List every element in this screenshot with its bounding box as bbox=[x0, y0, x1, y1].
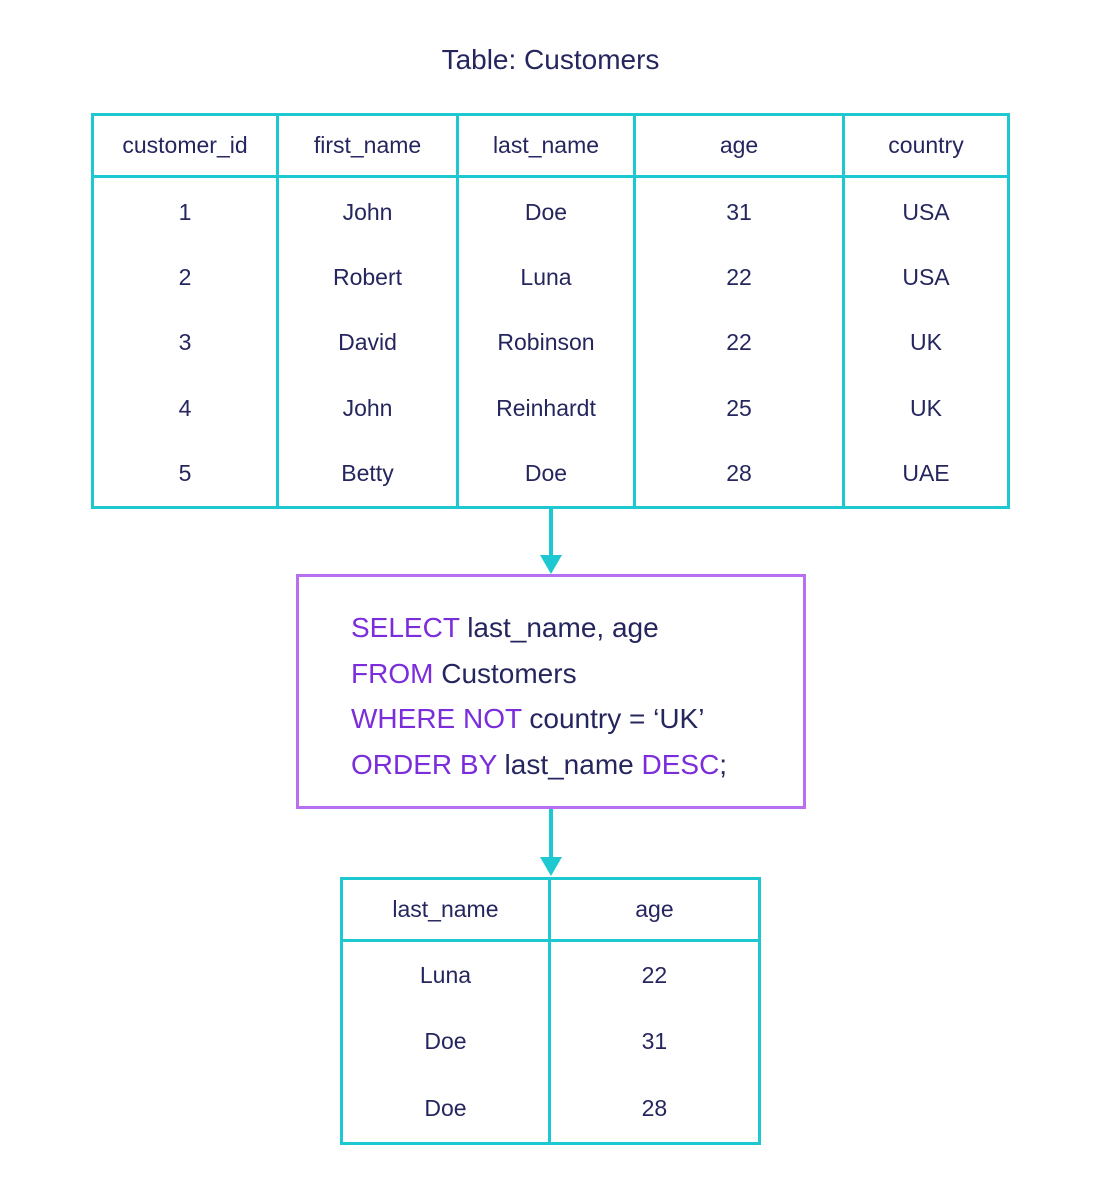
cell-last-name: Robinson bbox=[456, 310, 636, 376]
sql-keyword: DESC bbox=[641, 748, 720, 780]
cell-last-name: Doe bbox=[456, 440, 636, 508]
column-header: country bbox=[842, 114, 1010, 178]
result-table: last_name age Luna 22 Doe 31 Doe 28 bbox=[340, 877, 762, 1145]
sql-line: ORDER BY last_name DESC; bbox=[351, 742, 727, 788]
cell-customer-id: 2 bbox=[91, 245, 279, 311]
cell-customer-id: 5 bbox=[91, 440, 279, 508]
column-header: age bbox=[633, 114, 845, 178]
cell-first-name: John bbox=[276, 375, 459, 441]
table-row: 1 John Doe 31 USA bbox=[91, 176, 1010, 246]
cell-age: 22 bbox=[633, 245, 845, 311]
sql-text: last_name bbox=[496, 748, 642, 780]
sql-query-text: SELECT last_name, age FROM Customers WHE… bbox=[351, 605, 727, 787]
sql-line: FROM Customers bbox=[351, 651, 727, 697]
cell-first-name: Betty bbox=[276, 440, 459, 508]
cell-country: UAE bbox=[842, 440, 1010, 508]
sql-line: SELECT last_name, age bbox=[351, 605, 727, 651]
column-header: last_name bbox=[340, 878, 551, 942]
column-header: last_name bbox=[456, 114, 636, 178]
cell-first-name: John bbox=[276, 176, 459, 246]
cell-last-name: Luna bbox=[456, 245, 636, 311]
cell-age: 31 bbox=[633, 176, 845, 246]
arrow-down-icon bbox=[540, 509, 562, 574]
result-header-row: last_name age bbox=[340, 878, 762, 942]
cell-country: USA bbox=[842, 176, 1010, 246]
cell-age: 28 bbox=[547, 1075, 762, 1144]
arrow-down-icon bbox=[540, 809, 562, 876]
sql-query-box: SELECT last_name, age FROM Customers WHE… bbox=[296, 574, 806, 809]
cell-last-name: Reinhardt bbox=[456, 375, 636, 441]
sql-text: last_name, age bbox=[459, 612, 659, 643]
table-row: Doe 28 bbox=[340, 1075, 762, 1144]
sql-keyword: SELECT bbox=[351, 612, 460, 643]
table-row: Luna 22 bbox=[340, 940, 762, 1009]
table-row: 3 David Robinson 22 UK bbox=[91, 310, 1010, 376]
sql-keyword: WHERE NOT bbox=[351, 703, 522, 734]
cell-last-name: Doe bbox=[340, 1075, 551, 1144]
sql-text: ; bbox=[719, 748, 728, 780]
cell-age: 22 bbox=[547, 940, 762, 1009]
diagram-title: Table: Customers bbox=[441, 44, 660, 75]
cell-country: UK bbox=[842, 310, 1010, 376]
sql-keyword: ORDER BY bbox=[351, 748, 497, 780]
cell-age: 31 bbox=[547, 1008, 762, 1076]
customers-header-row: customer_id first_name last_name age cou… bbox=[91, 114, 1010, 178]
cell-last-name: Doe bbox=[340, 1008, 551, 1076]
column-header: first_name bbox=[276, 114, 459, 178]
cell-first-name: Robert bbox=[276, 245, 459, 311]
cell-country: USA bbox=[842, 245, 1010, 311]
cell-last-name: Doe bbox=[456, 176, 636, 246]
column-header: age bbox=[547, 878, 762, 942]
cell-customer-id: 1 bbox=[91, 176, 279, 246]
cell-age: 25 bbox=[633, 375, 845, 441]
table-row: 5 Betty Doe 28 UAE bbox=[91, 440, 1010, 508]
cell-age: 22 bbox=[633, 310, 845, 376]
sql-line: WHERE NOT country = ‘UK’ bbox=[351, 696, 727, 742]
cell-country: UK bbox=[842, 375, 1010, 441]
cell-age: 28 bbox=[633, 440, 845, 508]
cell-last-name: Luna bbox=[340, 940, 551, 1009]
column-header: customer_id bbox=[91, 114, 279, 178]
table-row: 4 John Reinhardt 25 UK bbox=[91, 375, 1010, 441]
customers-table: customer_id first_name last_name age cou… bbox=[91, 113, 1010, 509]
sql-text: Customers bbox=[433, 657, 577, 689]
table-row: Doe 31 bbox=[340, 1008, 762, 1076]
cell-customer-id: 4 bbox=[91, 375, 279, 441]
sql-text: country = ‘UK’ bbox=[521, 703, 705, 734]
table-row: 2 Robert Luna 22 USA bbox=[91, 245, 1010, 311]
cell-customer-id: 3 bbox=[91, 310, 279, 376]
sql-keyword: FROM bbox=[351, 657, 434, 689]
cell-first-name: David bbox=[276, 310, 459, 376]
